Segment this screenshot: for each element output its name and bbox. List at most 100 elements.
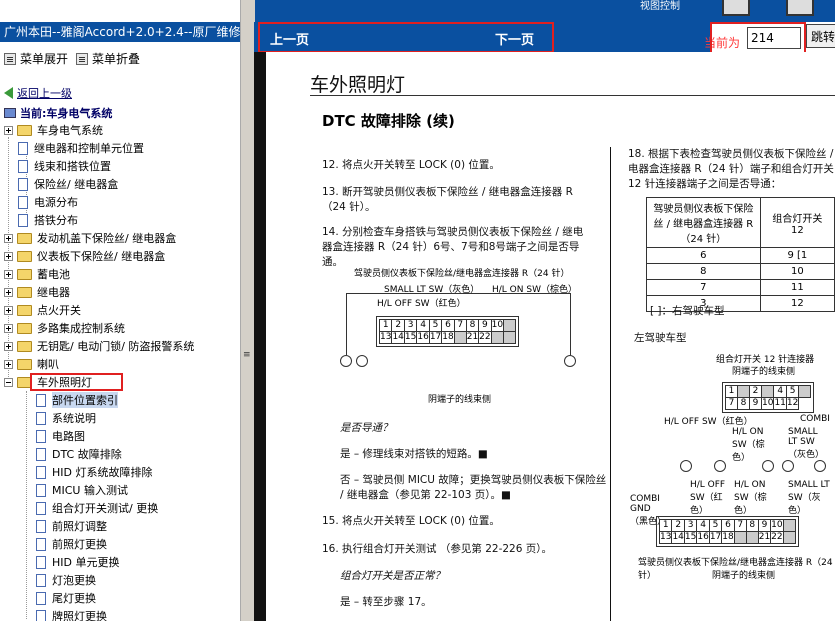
folder-icon	[17, 340, 32, 352]
diagram2-combi: COMBI	[800, 414, 830, 424]
tree-item-label: 继电器和控制单元位置	[34, 142, 144, 155]
tree-item[interactable]: 灯泡更换	[36, 571, 96, 589]
tree-item[interactable]: 无钥匙/ 电动门锁/ 防盗报警系统	[4, 337, 194, 355]
tree-item-label: 前照灯调整	[52, 520, 107, 533]
collapse-minus-icon[interactable]	[4, 377, 13, 387]
expand-plus-icon[interactable]	[4, 341, 13, 351]
tree-item[interactable]: HID 单元更换	[36, 553, 119, 571]
document-icon	[18, 195, 28, 209]
menu-collapse-button[interactable]: 菜单折叠	[76, 50, 140, 67]
title-rule	[310, 95, 835, 96]
tree-item[interactable]: 蓄电池	[4, 265, 70, 283]
step-15: 15. 将点火开关转至 LOCK (0) 位置。	[322, 515, 500, 527]
diagram2-caption-bottom-2: 阴端子的线束侧	[712, 571, 776, 581]
tree-item[interactable]: MICU 输入测试	[36, 481, 128, 499]
tree-item[interactable]: 前照灯调整	[36, 517, 107, 535]
folder-icon	[17, 358, 32, 370]
tree-item-label: 尾灯更换	[52, 592, 96, 605]
table-note: [ ]：右驾驶车型	[650, 305, 725, 317]
nav-highlight-box	[258, 22, 554, 53]
tree-item[interactable]: 喇叭	[4, 355, 59, 373]
answer-no-1: 否 – 驾驶员侧 MICU 故障；更换驾驶员侧仪表板下保险丝 / 继电器盒（参见…	[340, 474, 607, 501]
diagram2-small-lt: SMALL LT SW（灰色）	[788, 427, 825, 460]
document-icon	[36, 537, 46, 551]
menu-expand-button[interactable]: 菜单展开	[4, 50, 68, 67]
tree-item[interactable]: 尾灯更换	[36, 589, 96, 607]
document-icon	[36, 519, 46, 533]
expand-plus-icon[interactable]	[4, 233, 13, 243]
expand-plus-icon[interactable]	[4, 125, 13, 135]
folder-icon	[17, 232, 32, 244]
back-label: 返回上一级	[17, 87, 72, 100]
document-icon	[18, 159, 28, 173]
diagram1-wire	[570, 293, 571, 355]
tree-item-label: 搭铁分布	[34, 214, 78, 227]
tree-item-label: HID 单元更换	[52, 556, 120, 569]
expand-plus-icon[interactable]	[4, 305, 13, 315]
menu-icon	[76, 52, 88, 65]
tree-item-label: 灯泡更换	[52, 574, 96, 587]
document-icon	[36, 411, 46, 425]
tree-item[interactable]: 发动机盖下保险丝/ 继电器盒	[4, 229, 176, 247]
tree-item-label: 电路图	[52, 430, 85, 443]
subtitle: DTC 故障排除 (续)	[322, 112, 455, 130]
view-control-button-2[interactable]	[786, 0, 814, 16]
expand-plus-icon[interactable]	[4, 323, 13, 333]
jump-button[interactable]: 跳转	[806, 24, 835, 48]
back-link[interactable]: 返回上一级	[4, 85, 72, 101]
tree-item[interactable]: 线束和搭铁位置	[18, 157, 111, 175]
folder-icon	[17, 286, 32, 298]
diagram1-caption-top: 驾驶员侧仪表板下保险丝/继电器盒连接器 R（24 针）	[354, 269, 570, 279]
document-gutter	[254, 52, 266, 621]
current-location: 当前:车身电气系统	[4, 105, 112, 121]
document-icon	[36, 429, 46, 443]
step-14: 14. 分别检查车身搭铁与驾驶员侧仪表板下保险丝 / 继电器盒连接器 R（24 …	[322, 226, 584, 268]
tree-item[interactable]: 多路集成控制系统	[4, 319, 125, 337]
diagram2-small-lt-2: SMALL LT SW（灰色）	[788, 480, 830, 516]
tree-item[interactable]: 继电器和控制单元位置	[18, 139, 144, 157]
tree-item[interactable]: 系统说明	[36, 409, 96, 427]
ground-symbol-icon	[762, 460, 774, 472]
folder-icon	[17, 304, 32, 316]
tree-item-label: 发动机盖下保险丝/ 继电器盒	[37, 232, 177, 245]
view-control-button-1[interactable]	[722, 0, 750, 16]
tree-item[interactable]: 电源分布	[18, 193, 78, 211]
computer-icon	[4, 108, 16, 118]
tree-highlight-box	[30, 373, 123, 391]
ground-symbol-icon	[564, 355, 576, 367]
tree-item[interactable]: 点火开关	[4, 301, 81, 319]
lhd-label: 左驾驶车型	[634, 332, 687, 344]
document-icon	[36, 573, 46, 587]
tree-item[interactable]: 仪表板下保险丝/ 继电器盒	[4, 247, 165, 265]
tree-item[interactable]: 车身电气系统	[4, 121, 103, 139]
document-icon	[36, 555, 46, 569]
tree-item-label: MICU 输入测试	[52, 484, 128, 497]
tree-item[interactable]: 部件位置索引	[36, 391, 118, 409]
folder-icon	[17, 268, 32, 280]
view-control-label: 视图控制	[640, 1, 680, 12]
pane-splitter[interactable]	[240, 0, 255, 621]
expand-plus-icon[interactable]	[4, 287, 13, 297]
expand-plus-icon[interactable]	[4, 359, 13, 369]
tree-item[interactable]: 搭铁分布	[18, 211, 78, 229]
left-navigation-pane: 广州本田--雅阁Accord+2.0+2.4--原厂维修手册 菜单展开 菜单折叠…	[0, 0, 241, 621]
tree-item[interactable]: 组合灯开关测试/ 更换	[36, 499, 158, 517]
tree-item[interactable]: 牌照灯更换	[36, 607, 107, 621]
expand-plus-icon[interactable]	[4, 251, 13, 261]
manual-title: 广州本田--雅阁Accord+2.0+2.4--原厂维修手册	[0, 22, 240, 42]
diagram2-hl-off-2: H/L OFF SW（红色）	[690, 480, 726, 516]
tree-item[interactable]: DTC 故障排除	[36, 445, 122, 463]
ground-symbol-icon	[714, 460, 726, 472]
expand-plus-icon[interactable]	[4, 269, 13, 279]
tree-item[interactable]: 继电器	[4, 283, 70, 301]
continuity-table: 驾驶员侧仪表板下保险丝 / 继电器盒连接器 R（24 针） 组合灯开关 12 6 9 …	[646, 197, 835, 312]
tree-item[interactable]: 保险丝/ 继电器盒	[18, 175, 118, 193]
tree-item[interactable]: 电路图	[36, 427, 85, 445]
diagram1-hl-off: H/L OFF SW（红色）	[377, 299, 466, 309]
tree-item-label: 仪表板下保险丝/ 继电器盒	[37, 250, 166, 263]
diagram2-caption-sub: 阴端子的线束侧	[732, 367, 796, 377]
tree-item[interactable]: 前照灯更换	[36, 535, 107, 553]
section-title: 车外照明灯	[310, 74, 406, 96]
tree-item-label: 系统说明	[52, 412, 96, 425]
tree-item[interactable]: HID 灯系统故障排除	[36, 463, 152, 481]
